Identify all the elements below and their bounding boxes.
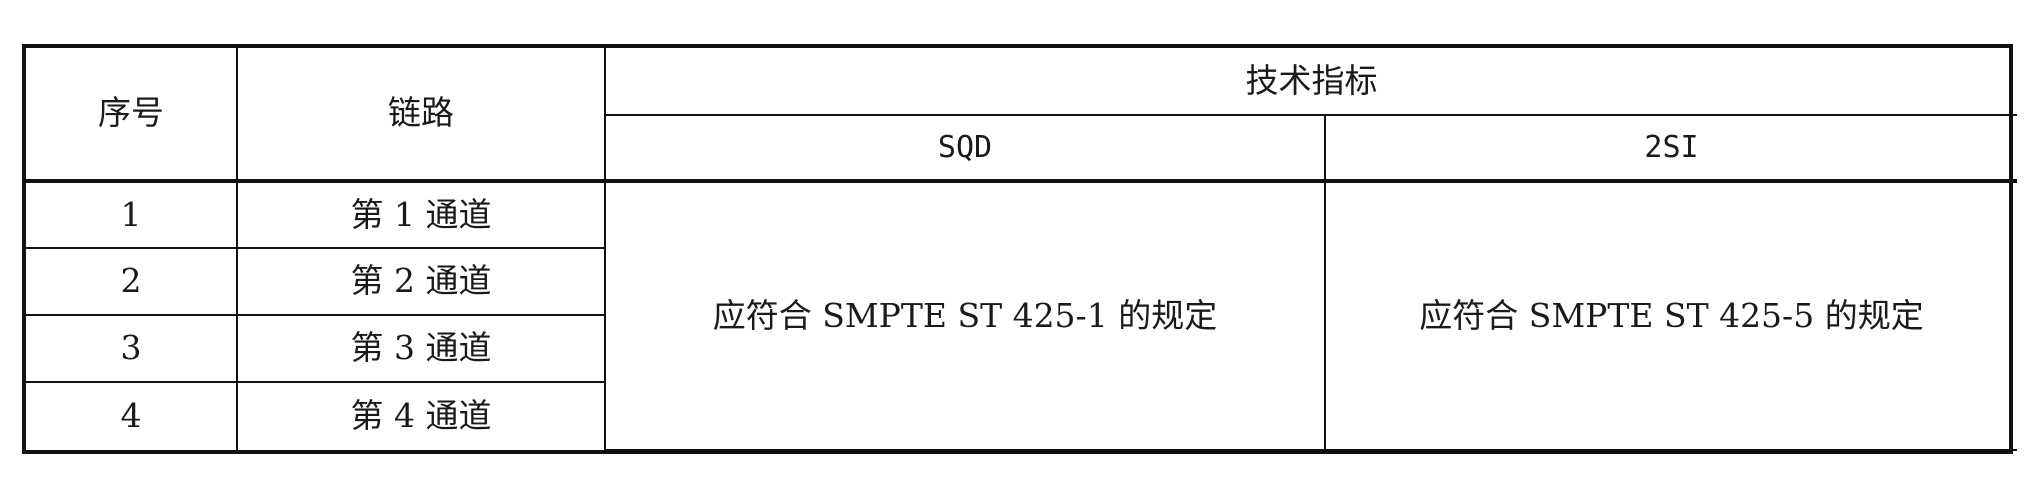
spec-table-container: 序号 链路 技术指标 SQD 2SI 1 第 1 通道 应符合 SMPTE ST… <box>22 44 2017 454</box>
header-link: 链路 <box>236 48 606 183</box>
header-technical-indicators: 技术指标 <box>604 48 2017 116</box>
sqd-spec-cell: 应符合 SMPTE ST 425-1 的规定 <box>604 180 1326 451</box>
spec-table: 序号 链路 技术指标 SQD 2SI 1 第 1 通道 应符合 SMPTE ST… <box>26 48 2017 451</box>
header-row-1: 序号 链路 技术指标 <box>26 48 2017 183</box>
row-index: 1 <box>26 180 238 249</box>
row-index: 3 <box>26 314 238 383</box>
2si-spec-cell: 应符合 SMPTE ST 425-5 的规定 <box>1324 180 2017 451</box>
row-link: 第 3 通道 <box>236 314 605 383</box>
row-index: 2 <box>26 247 238 316</box>
row-link: 第 2 通道 <box>236 247 605 316</box>
row-index: 4 <box>26 381 238 450</box>
header-index: 序号 <box>26 48 238 183</box>
header-sqd: SQD <box>605 114 1326 183</box>
header-2si: 2SI <box>1324 114 2017 183</box>
row-link: 第 4 通道 <box>236 381 605 450</box>
row-link: 第 1 通道 <box>236 180 606 249</box>
table-row: 1 第 1 通道 应符合 SMPTE ST 425-1 的规定 应符合 SMPT… <box>26 180 2017 451</box>
